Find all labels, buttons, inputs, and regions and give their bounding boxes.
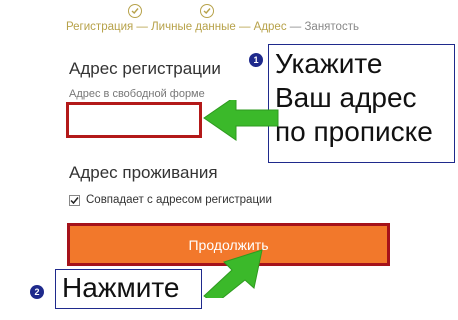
step1-check-icon xyxy=(128,4,142,18)
registration-address-title: Адрес регистрации xyxy=(69,59,221,78)
free-form-address-label: Адрес в свободной форме xyxy=(69,88,205,100)
step-badge-2: 2 xyxy=(30,285,44,299)
progress-steps: Регистрация — Личные данные — Адрес — За… xyxy=(66,21,359,33)
same-address-checkbox[interactable] xyxy=(69,195,80,206)
callout1-line1: Укажите xyxy=(275,48,383,79)
registration-address-input[interactable] xyxy=(66,102,202,138)
arrow-to-address-icon xyxy=(203,100,279,141)
callout1-line2: Ваш адрес xyxy=(275,82,417,113)
residence-address-title: Адрес проживания xyxy=(69,163,218,182)
step-personal-data[interactable]: Личные данные xyxy=(151,21,236,33)
step-badge-1: 1 xyxy=(249,53,263,67)
instruction-callout-2: Нажмите xyxy=(55,269,202,309)
instruction-callout-1: Укажите Ваш адрес по прописке xyxy=(268,44,455,163)
step2-check-icon xyxy=(200,4,214,18)
step-employment: Занятость xyxy=(304,21,359,33)
step-registration[interactable]: Регистрация xyxy=(66,21,133,33)
same-address-label: Совпадает с адресом регистрации xyxy=(86,194,272,206)
checkmark-icon xyxy=(70,197,79,205)
step-address: Адрес xyxy=(253,21,287,33)
callout1-line3: по прописке xyxy=(275,116,433,147)
arrow-to-button-icon xyxy=(203,249,263,298)
